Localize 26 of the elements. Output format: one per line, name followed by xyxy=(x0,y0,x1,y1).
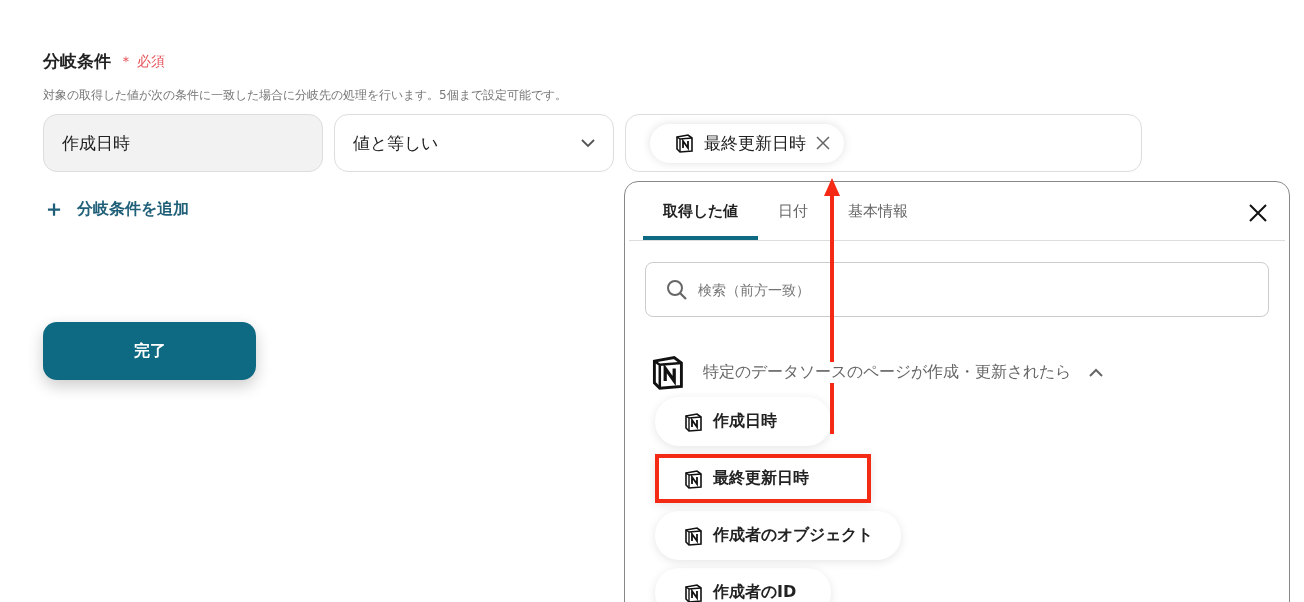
group-title: 特定のデータソースのページが作成・更新されたら xyxy=(703,361,1071,383)
cube-logo-icon xyxy=(683,468,703,489)
tab[interactable]: 日付 xyxy=(758,182,828,240)
value-item[interactable]: 作成者のID xyxy=(655,568,831,602)
value-item[interactable]: 作成日時 xyxy=(655,397,831,446)
search-field[interactable]: 検索（前方一致） xyxy=(645,262,1269,317)
field-label: 分岐条件 xyxy=(43,50,111,73)
value-chip[interactable]: 最終更新日時 xyxy=(650,123,844,163)
value-item[interactable]: 最終更新日時 xyxy=(655,454,871,503)
value-field[interactable]: 最終更新日時 xyxy=(625,114,1142,172)
cube-logo-icon xyxy=(683,525,703,546)
cube-logo-icon xyxy=(674,133,694,153)
target-field[interactable]: 作成日時 xyxy=(43,114,323,172)
cube-logo-icon xyxy=(683,411,703,432)
search-icon xyxy=(666,278,688,301)
search-input[interactable]: 検索（前方一致） xyxy=(696,280,1248,299)
tab[interactable]: 取得した値 xyxy=(643,182,758,240)
close-icon[interactable] xyxy=(1249,204,1267,222)
chevron-down-icon xyxy=(581,138,595,148)
value-item[interactable]: 作成者のオブジェクト xyxy=(655,511,901,560)
required-label: ＊ 必須 xyxy=(119,52,166,71)
field-description: 対象の取得した値が次の条件に一致した場合に分岐先の処理を行います。5個まで設定可能です。 xyxy=(43,87,568,104)
operator-select[interactable]: 値と等しい xyxy=(334,114,614,172)
chevron-icon[interactable] xyxy=(1089,367,1103,377)
tab[interactable]: 基本情報 xyxy=(828,182,928,240)
done-button[interactable]: 完了 xyxy=(43,322,256,380)
